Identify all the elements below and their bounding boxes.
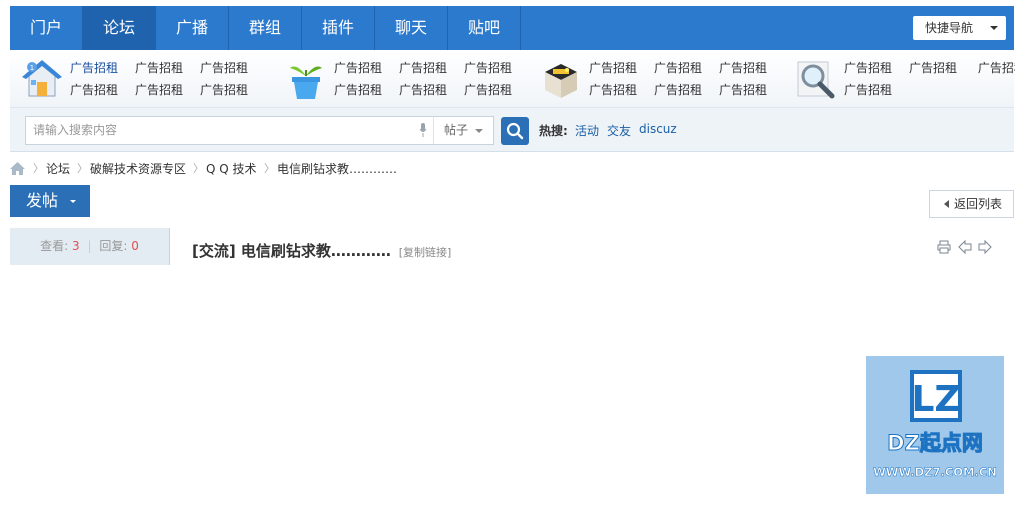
ad-link[interactable]: 广告招租	[589, 57, 654, 79]
hot-search-link[interactable]: discuz	[639, 122, 677, 136]
ad-links: 广告招租 广告招租 广告招租 广告招租 广告招租 广告招租	[334, 57, 534, 101]
search-icon	[506, 122, 524, 140]
chevron-right-icon: 〉	[77, 162, 88, 175]
ad-link[interactable]: 广告招租	[399, 57, 464, 79]
nav-item-tieba[interactable]: 贴吧	[448, 6, 521, 50]
ad-band: 1 广告招租 广告招租 广告招租 广告招租 广告招租 广告招租 广告招租 广告招租 广告招租…	[10, 50, 1015, 108]
search-button[interactable]	[501, 117, 529, 145]
ad-links: 广告招租 广告招租 广告招租 广告招租 广告招租 广告招租	[589, 57, 789, 101]
hot-search-link[interactable]: 活动	[575, 122, 599, 139]
views-label: 查看:	[40, 239, 69, 253]
dz7-logo-mark: LZ DZ起点网 WWW.DZ7.COM.CN	[873, 370, 997, 479]
nav-item-chat[interactable]: 聊天	[375, 6, 448, 50]
microphone-icon[interactable]	[419, 123, 427, 137]
ad-group: 广告招租 广告招租 广告招租 广告招租 广告招租 广告招租	[529, 50, 784, 108]
search-input[interactable]: 请输入搜索内容	[25, 116, 434, 145]
ad-link[interactable]: 广告招租	[334, 57, 399, 79]
ad-link[interactable]: 广告招租	[200, 57, 265, 79]
copy-link-button[interactable]: [复制链接]	[399, 246, 452, 259]
nav-item-broadcast[interactable]: 广播	[156, 6, 229, 50]
ad-link[interactable]: 广告招租	[589, 79, 654, 101]
plant-pot-icon	[290, 66, 322, 99]
ad-link[interactable]: 广告招租	[654, 57, 719, 79]
ad-link[interactable]: 广告招租	[70, 57, 135, 79]
search-type-select[interactable]: 帖子	[433, 116, 494, 145]
chevron-down-icon	[475, 129, 483, 133]
hot-search-label: 热搜:	[539, 124, 568, 138]
nav-item-groups[interactable]: 群组	[229, 6, 302, 50]
logo-mark-text: LZ	[911, 379, 960, 420]
search-bar: 请输入搜索内容 帖子 热搜: 活动 交友 discuz	[10, 108, 1014, 152]
new-post-label: 发帖	[26, 191, 59, 210]
ad-link[interactable]: 广告招租	[844, 79, 909, 101]
chevron-right-icon: 〉	[33, 162, 44, 175]
breadcrumb-forum[interactable]: 论坛	[46, 160, 70, 178]
ad-link[interactable]: 广告招租	[654, 79, 719, 101]
thread-stats: 查看: 3 | 回复: 0	[10, 228, 170, 265]
ad-link[interactable]: 广告招租	[334, 79, 399, 101]
chevron-down-icon	[990, 26, 998, 30]
logo-url: WWW.DZ7.COM.CN	[873, 465, 997, 479]
ad-link[interactable]: 广告招租	[978, 57, 1015, 79]
treasure-box-icon	[545, 64, 577, 98]
previous-thread-icon[interactable]	[958, 240, 972, 254]
ad-group: 1 广告招租 广告招租 广告招租 广告招租 广告招租 广告招租	[10, 50, 265, 108]
ad-links: 广告招租广告招租 广告招租广告招租	[844, 57, 1015, 101]
ad-link[interactable]: 广告招租	[464, 57, 529, 79]
chevron-down-icon	[70, 200, 76, 203]
svg-text:1: 1	[30, 64, 34, 72]
triangle-left-icon	[944, 200, 949, 208]
logo-name: DZ起点网	[887, 431, 983, 455]
return-to-list-label: 返回列表	[954, 197, 1003, 211]
views-count: 3	[72, 239, 80, 253]
nav-item-portal[interactable]: 门户	[10, 6, 83, 50]
ad-link[interactable]: 广告招租	[135, 79, 200, 101]
search-type-label: 帖子	[444, 123, 469, 137]
thread-title: [交流] 电信刷钻求教…………	[192, 242, 391, 260]
replies-label: 回复:	[99, 239, 128, 253]
print-icon[interactable]	[937, 240, 951, 254]
nav-item-forum[interactable]: 论坛	[83, 6, 156, 50]
top-nav: 门户 论坛 广播 群组 插件 聊天 贴吧 快捷导航	[10, 6, 1014, 50]
chevron-right-icon: 〉	[264, 162, 275, 175]
ad-link[interactable]: 广告招租	[909, 57, 974, 79]
breadcrumb-board[interactable]: Q Q 技术	[206, 160, 257, 178]
ad-group: 广告招租广告招租 广告招租广告招租	[784, 50, 1015, 108]
stats-divider: |	[87, 239, 92, 253]
ad-link[interactable]: 广告招租	[135, 57, 200, 79]
new-post-button[interactable]: 发帖	[10, 185, 90, 217]
ad-links: 广告招租 广告招租 广告招租 广告招租 广告招租 广告招租	[70, 57, 270, 101]
ad-link[interactable]: 广告招租	[719, 57, 784, 79]
thread-title-row: [交流] 电信刷钻求教………… [复制链接]	[192, 240, 451, 261]
chevron-right-icon: 〉	[193, 162, 204, 175]
house-icon: 1	[22, 60, 62, 97]
ad-link[interactable]: 广告招租	[464, 79, 529, 101]
breadcrumb-thread[interactable]: 电信刷钻求教…………	[277, 160, 397, 178]
ad-link[interactable]: 广告招租	[844, 57, 909, 79]
next-thread-icon[interactable]	[978, 240, 992, 254]
ad-link[interactable]: 广告招租	[399, 79, 464, 101]
site-logo: LZ DZ起点网 WWW.DZ7.COM.CN	[866, 356, 1004, 494]
ad-group: 广告招租 广告招租 广告招租 广告招租 广告招租 广告招租	[274, 50, 529, 108]
magnifier-icon	[797, 61, 835, 99]
ad-link[interactable]: 广告招租	[70, 79, 135, 101]
breadcrumb-section[interactable]: 破解技术资源专区	[90, 160, 186, 178]
return-to-list-button[interactable]: 返回列表	[929, 190, 1014, 218]
quick-nav-label: 快捷导航	[925, 21, 974, 35]
replies-count: 0	[131, 239, 139, 253]
home-icon[interactable]	[10, 162, 25, 175]
ad-link[interactable]: 广告招租	[719, 79, 784, 101]
hot-search-link[interactable]: 交友	[607, 122, 631, 139]
quick-nav-dropdown[interactable]: 快捷导航	[913, 16, 1006, 40]
ad-link[interactable]: 广告招租	[200, 79, 265, 101]
nav-item-plugins[interactable]: 插件	[302, 6, 375, 50]
